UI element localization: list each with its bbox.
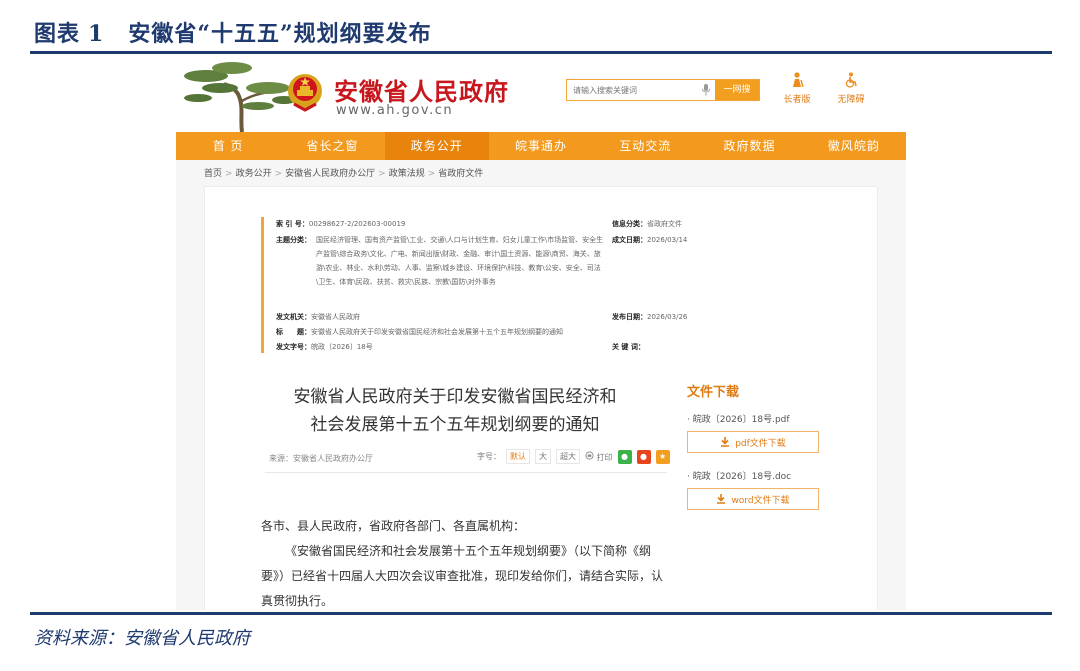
accessibility-button[interactable]: 无障碍 (831, 72, 871, 105)
bottom-rule (30, 612, 1052, 615)
breadcrumb-public-affairs[interactable]: 政务公开 (236, 169, 272, 179)
figure-label: 图表 (34, 21, 81, 47)
doc-file-name[interactable]: · 皖政〔2026〕18号.doc (687, 469, 867, 482)
download-icon (717, 494, 726, 504)
file-downloads: 文件下载 · 皖政〔2026〕18号.pdf pdf文件下载 · 皖政〔2026… (687, 381, 867, 510)
document-title-line-1: 安徽省人民政府关于印发安徽省国民经济和 (293, 387, 617, 407)
meta-index: 索 引 号：00298627-2/202603-00019 (276, 220, 406, 228)
meta-doc-number: 发文字号：皖政〔2026〕18号 (276, 343, 373, 351)
salutation: 各市、县人民政府，省政府各部门、各直属机构： (261, 519, 526, 533)
nav-item-interaction[interactable]: 互动交流 (593, 132, 697, 160)
pine-tree-icon (184, 62, 296, 132)
print-button[interactable]: 打印 (585, 450, 613, 463)
elder-person-icon (793, 72, 804, 88)
figure-number: 1 (88, 21, 105, 47)
search-button[interactable]: 一网搜 (715, 80, 759, 100)
meta-published-date: 发布日期：2026/03/26 (612, 313, 688, 321)
search-input[interactable] (567, 80, 717, 100)
nav-item-culture[interactable]: 徽风皖韵 (802, 132, 906, 160)
wheelchair-icon (845, 72, 857, 88)
elder-mode-label: 长者版 (783, 95, 811, 105)
document-metadata: 索 引 号：00298627-2/202603-00019 信息分类：省政府文件… (261, 217, 811, 353)
website-screenshot: 安徽省人民政府 www.ah.gov.cn 一网搜 长者版 (176, 56, 906, 610)
downloads-title: 文件下载 (687, 385, 740, 400)
nav-item-home[interactable]: 首 页 (176, 132, 280, 160)
national-emblem-icon (288, 74, 322, 112)
font-size-large[interactable]: 大 (535, 449, 551, 464)
pdf-file-name[interactable]: · 皖政〔2026〕18号.pdf (687, 412, 867, 425)
site-url: www.ah.gov.cn (336, 103, 454, 118)
breadcrumb-documents[interactable]: 省政府文件 (438, 169, 483, 179)
font-size-xlarge[interactable]: 超大 (556, 449, 580, 464)
nav-item-data[interactable]: 政府数据 (697, 132, 801, 160)
figure-source: 资料来源：安徽省人民政府 (34, 628, 250, 649)
document-title: 安徽省人民政府关于印发安徽省国民经济和 社会发展第十五个五年规划纲要的通知 (245, 383, 665, 439)
body-paragraph: 《安徽省国民经济和社会发展第十五个五年规划纲要》（以下简称《纲要》）已经省十四届… (261, 544, 664, 608)
figure-caption: 安徽省“十五五”规划纲要发布 (128, 21, 432, 47)
accessibility-label: 无障碍 (837, 95, 865, 105)
meta-topic-label: 主题分类： (276, 236, 311, 244)
print-icon (585, 450, 594, 460)
document-body: 各市、县人民政府，省政府各部门、各直属机构： 《安徽省国民经济和社会发展第十五个… (261, 514, 671, 610)
meta-keywords: 关 键 词： (612, 343, 645, 351)
meta-created-date: 成文日期：2026/03/14 (612, 236, 688, 244)
elder-mode-button[interactable]: 长者版 (777, 72, 817, 105)
nav-item-services[interactable]: 皖事通办 (489, 132, 593, 160)
download-icon (721, 437, 730, 447)
document-title-line-2: 社会发展第十五个五年规划纲要的通知 (310, 415, 600, 435)
document-source: 来源：安徽省人民政府办公厅 (269, 454, 373, 463)
wechat-share-icon[interactable]: ● (617, 449, 632, 464)
microphone-icon[interactable] (701, 84, 711, 96)
main-nav: 首 页 省长之窗 政务公开 皖事通办 互动交流 政府数据 徽风皖韵 (176, 132, 906, 160)
meta-info-category: 信息分类：省政府文件 (612, 220, 682, 228)
meta-issuer: 发文机关：安徽省人民政府 (276, 313, 360, 321)
word-download-button[interactable]: word文件下载 (687, 488, 819, 510)
pdf-download-button[interactable]: pdf文件下载 (687, 431, 819, 453)
meta-title: 标 题：安徽省人民政府关于印发安徽省国民经济和社会发展第十五个五年规划纲要的通知 (276, 328, 563, 336)
top-rule (30, 51, 1052, 54)
nav-item-governor[interactable]: 省长之窗 (280, 132, 384, 160)
article-panel: 索 引 号：00298627-2/202603-00019 信息分类：省政府文件… (204, 186, 878, 610)
print-label: 打印 (596, 452, 613, 462)
title-divider (265, 472, 667, 473)
word-download-label: word文件下载 (731, 495, 790, 506)
figure-title: 图表 1 安徽省“十五五”规划纲要发布 (34, 16, 432, 48)
nav-item-public-affairs[interactable]: 政务公开 (384, 132, 489, 160)
font-size-label: 字号： (477, 452, 501, 461)
article-toolbar: 字号： 默认 大 超大 打印 ● ● ★ (477, 449, 670, 464)
site-name: 安徽省人民政府 (334, 78, 509, 106)
breadcrumb: 首页 > 政务公开 > 安徽省人民政府办公厅 > 政策法规 > 省政府文件 (204, 169, 484, 179)
font-size-default[interactable]: 默认 (506, 449, 530, 464)
breadcrumb-home[interactable]: 首页 (204, 169, 222, 179)
favorite-star-icon[interactable]: ★ (655, 449, 670, 464)
site-header: 安徽省人民政府 www.ah.gov.cn 一网搜 长者版 (176, 56, 906, 132)
pdf-download-label: pdf文件下载 (735, 438, 786, 449)
breadcrumb-office[interactable]: 安徽省人民政府办公厅 (285, 169, 375, 179)
weibo-share-icon[interactable]: ● (636, 449, 651, 464)
meta-topic-value: 国民经济管理、国有资产监管\工业、交通\人口与计划生育、妇女儿童工作\市场监管、… (316, 236, 604, 286)
breadcrumb-policies[interactable]: 政策法规 (389, 169, 425, 179)
site-search: 一网搜 (566, 79, 760, 101)
